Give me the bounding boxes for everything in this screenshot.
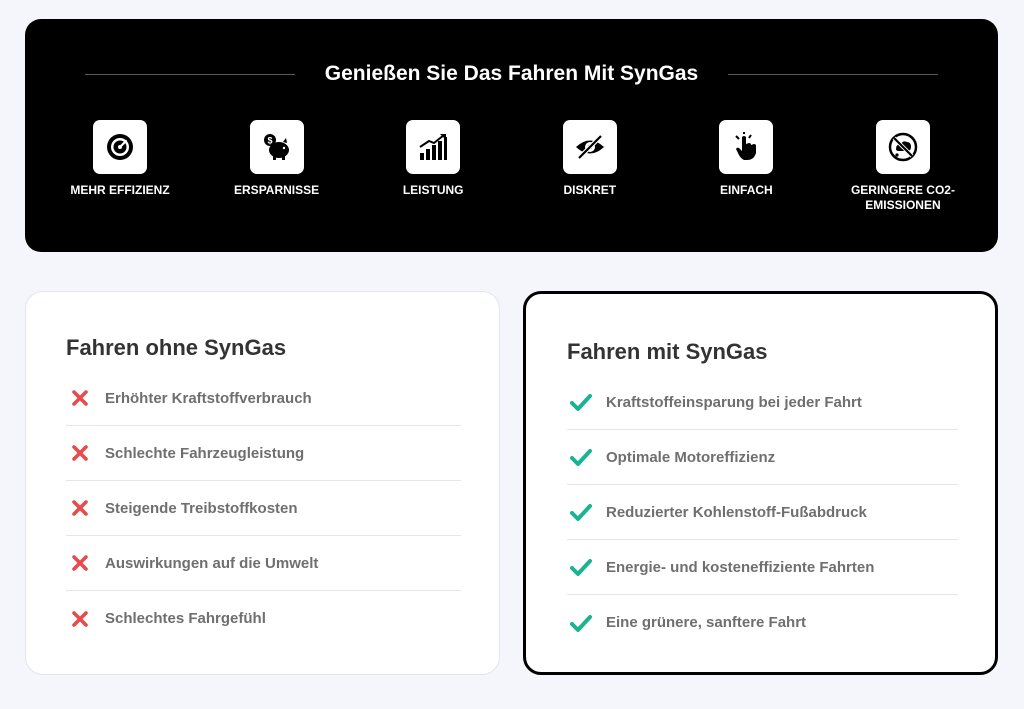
feature-label: MEHR EFFIZIENZ <box>70 183 170 197</box>
cross-icon <box>72 390 88 406</box>
banner-header: Genießen Sie Das Fahren Mit SynGas <box>85 61 939 87</box>
feature-performance: LEISTUNG <box>368 120 498 213</box>
cross-icon <box>72 500 88 516</box>
eye-off-icon <box>562 120 617 174</box>
feature-discreet: DISKRET <box>525 120 655 213</box>
list-item-text: Reduzierter Kohlenstoff-Fußabdruck <box>606 503 867 521</box>
divider-left <box>85 73 295 75</box>
check-icon <box>570 504 592 521</box>
list-item: Erhöhter Kraftstoffverbrauch <box>66 371 461 426</box>
feature-easy: EINFACH <box>681 120 811 213</box>
benefits-list: Kraftstoffeinsparung bei jeder Fahrt Opt… <box>567 375 958 650</box>
list-item-text: Eine grünere, sanftere Fahrt <box>606 614 807 631</box>
check-icon <box>570 614 592 632</box>
list-item: Auswirkungen auf die Umwelt <box>66 536 461 591</box>
list-item-text: Schlechtes Fahrgefühl <box>105 610 266 627</box>
feature-label: EINFACH <box>720 183 773 197</box>
check-icon <box>570 559 592 576</box>
list-item-text: Optimale Motoreffizienz <box>606 448 776 466</box>
card-title: Fahren ohne SynGas <box>66 335 287 360</box>
list-item-text: Auswirkungen auf die Umwelt <box>105 554 319 572</box>
list-item: Energie- und kosteneffiziente Fahrten <box>567 540 958 595</box>
check-icon <box>570 394 592 411</box>
feature-label: DISKRET <box>563 183 617 197</box>
with-syngas-card: Fahren mit SynGas Kraftstoffeinsparung b… <box>523 291 998 675</box>
no-emissions-icon <box>875 120 930 174</box>
list-item: Kraftstoffeinsparung bei jeder Fahrt <box>567 375 958 430</box>
feature-list: MEHR EFFIZIENZ $ ERSPARNISSE LEISTUNG DI… <box>55 120 968 213</box>
cross-icon <box>72 610 88 627</box>
list-item-text: Kraftstoffeinsparung bei jeder Fahrt <box>606 393 862 411</box>
feature-efficiency: MEHR EFFIZIENZ <box>55 120 185 213</box>
drawbacks-list: Erhöhter Kraftstoffverbrauch Schlechte F… <box>66 371 461 646</box>
list-item: Eine grünere, sanftere Fahrt <box>567 595 958 650</box>
benefits-banner: Genießen Sie Das Fahren Mit SynGas MEHR … <box>25 19 998 252</box>
tap-hand-icon <box>719 120 774 174</box>
without-syngas-card: Fahren ohne SynGas Erhöhter Kraftstoffve… <box>25 291 500 675</box>
list-item: Optimale Motoreffizienz <box>567 430 958 485</box>
feature-low-emissions: GERINGERE CO2-EMISSIONEN <box>838 120 968 213</box>
list-item-text: Erhöhter Kraftstoffverbrauch <box>105 389 312 407</box>
list-item: Schlechte Fahrzeugleistung <box>66 426 461 481</box>
list-item: Schlechtes Fahrgefühl <box>66 591 461 646</box>
list-item-text: Energie- und kosteneffiziente Fahrten <box>606 558 875 576</box>
cross-icon <box>72 555 88 571</box>
feature-label: GERINGERE CO2-EMISSIONEN <box>850 183 955 212</box>
bar-chart-growth-icon <box>406 120 461 174</box>
feature-savings: $ ERSPARNISSE <box>212 120 342 213</box>
divider-right <box>728 73 939 75</box>
list-item-text: Steigende Treibstoffkosten <box>105 499 298 517</box>
svg-text:$: $ <box>267 136 272 146</box>
feature-label: ERSPARNISSE <box>234 183 320 197</box>
speedometer-icon <box>93 120 147 174</box>
feature-label: LEISTUNG <box>402 183 464 197</box>
piggy-bank-icon: $ <box>249 120 304 174</box>
list-item-text: Schlechte Fahrzeugleistung <box>105 444 305 462</box>
banner-title: Genießen Sie Das Fahren Mit SynGas <box>324 62 699 85</box>
list-item: Reduzierter Kohlenstoff-Fußabdruck <box>567 485 958 540</box>
cross-icon <box>72 445 88 461</box>
card-title: Fahren mit SynGas <box>567 339 768 364</box>
check-icon <box>570 449 592 466</box>
list-item: Steigende Treibstoffkosten <box>66 481 461 536</box>
